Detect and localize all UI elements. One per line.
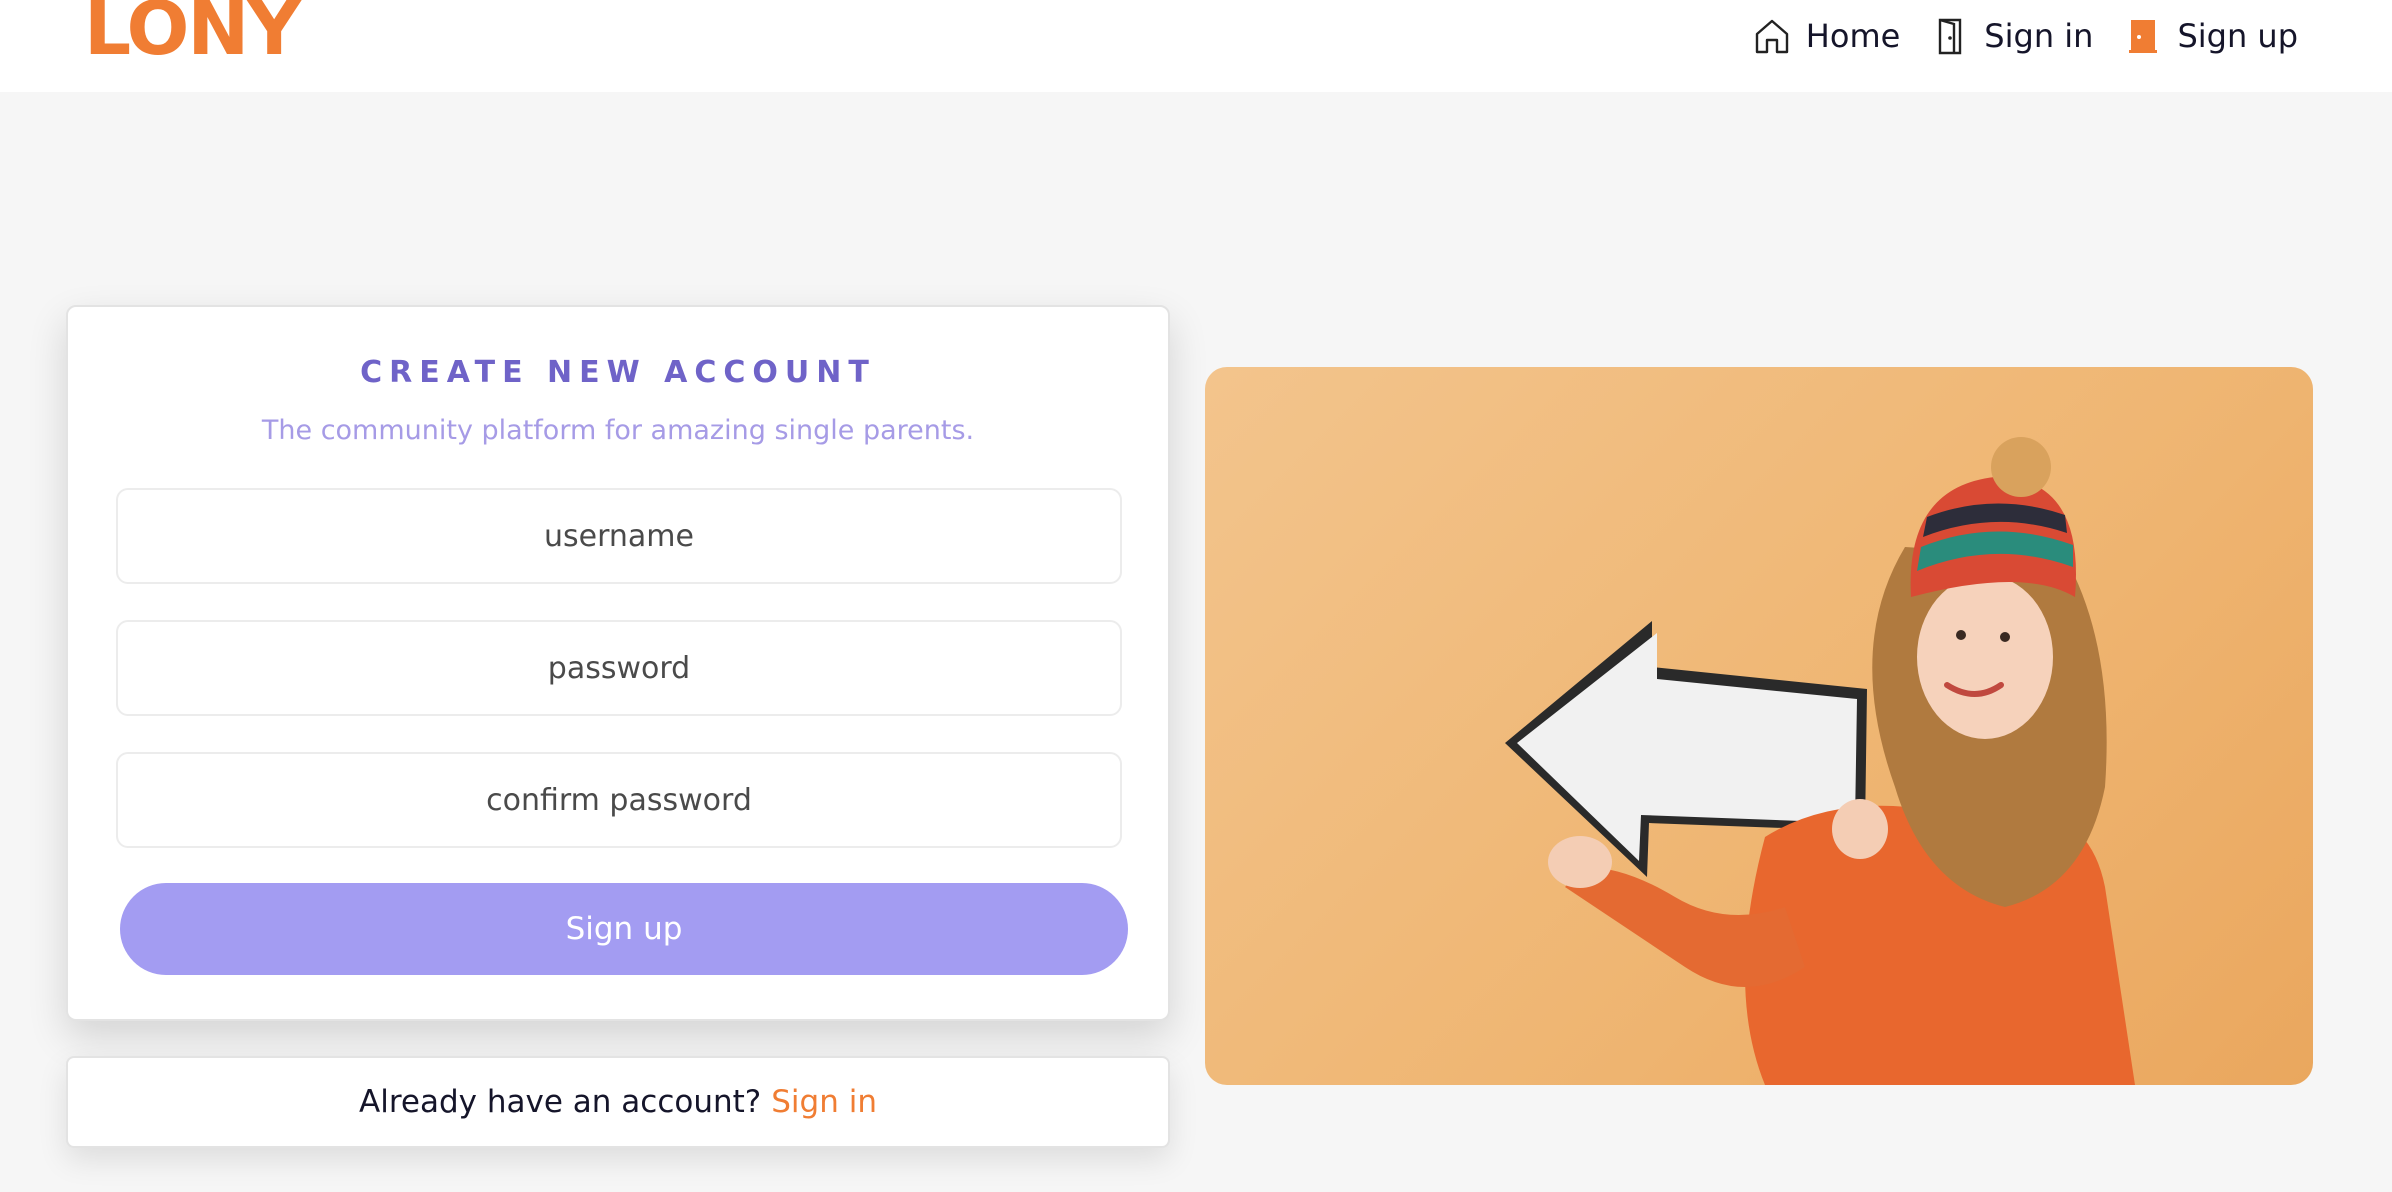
nav-home-label: Home — [1805, 17, 1901, 55]
top-header: LONY Home Sign in Sign up — [0, 0, 2392, 92]
main-nav: Home Sign in Sign up — [1722, 12, 2298, 60]
signin-prompt-card: Already have an account? Sign in — [66, 1056, 1170, 1148]
svg-text:LONY: LONY — [84, 0, 302, 66]
nav-sign-up[interactable]: Sign up — [2123, 16, 2298, 56]
lony-logo[interactable]: LONY — [84, 0, 344, 72]
signin-link[interactable]: Sign in — [771, 1084, 877, 1120]
form-title: CREATE NEW ACCOUNT — [360, 355, 876, 390]
username-input[interactable] — [116, 488, 1122, 584]
nav-home[interactable]: Home — [1752, 16, 1901, 56]
confirm-password-input[interactable] — [116, 752, 1122, 848]
signup-card: CREATE NEW ACCOUNT The community platfor… — [66, 305, 1170, 1021]
door-icon — [1939, 18, 1962, 55]
hero-image — [1205, 367, 2313, 1085]
nav-sign-up-label: Sign up — [2177, 17, 2298, 55]
nav-sign-in-label: Sign in — [1984, 17, 2094, 55]
signin-prompt-text: Already have an account? — [359, 1084, 762, 1120]
home-icon — [1755, 19, 1788, 54]
signup-button[interactable]: Sign up — [120, 883, 1128, 975]
nav-sign-in[interactable]: Sign in — [1930, 16, 2093, 56]
door-open-icon — [2129, 20, 2158, 53]
password-input[interactable] — [116, 620, 1122, 716]
form-subtitle: The community platform for amazing singl… — [261, 415, 975, 446]
